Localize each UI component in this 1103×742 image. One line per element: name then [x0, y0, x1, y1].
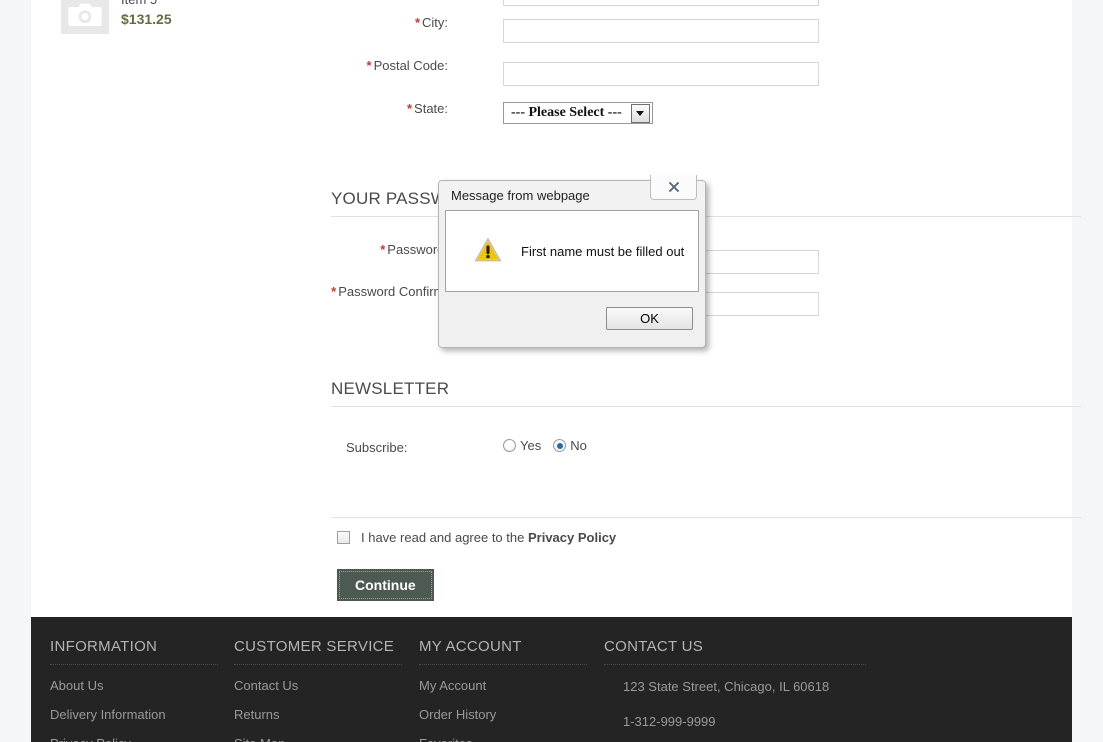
footer-links-information: About Us Delivery Information Privacy Po…: [50, 678, 218, 742]
radio-label-no: No: [570, 438, 587, 453]
privacy-agreement-row: I have read and agree to the Privacy Pol…: [337, 530, 616, 545]
footer-divider: [419, 664, 587, 665]
required-asterisk: *: [331, 284, 337, 299]
list-item: Delivery Information: [50, 707, 218, 722]
footer-link-my-account[interactable]: My Account: [419, 678, 486, 693]
footer-divider: [604, 664, 866, 665]
dialog-button-bar: OK: [445, 293, 699, 341]
footer-link-order-history[interactable]: Order History: [419, 707, 496, 722]
footer-column-information: INFORMATION About Us Delivery Informatio…: [50, 638, 218, 742]
list-item: Contact Us: [234, 678, 402, 693]
cart-item-name: Item 5: [121, 0, 172, 8]
subscribe-label: Subscribe:: [346, 440, 408, 455]
footer-heading-information: INFORMATION: [50, 638, 158, 655]
message-dialog: Message from webpage First name must be …: [438, 175, 706, 348]
footer-contact-address: 123 State Street, Chicago, IL 60618: [623, 679, 830, 694]
postal-code-input[interactable]: [503, 62, 819, 86]
product-thumbnail[interactable]: [61, 0, 109, 34]
password-confirm-label: * Password Confirm:: [331, 284, 448, 299]
footer-column-customer-service: CUSTOMER SERVICE Contact Us Returns Site…: [234, 638, 402, 742]
form-row-state: * State: --- Please Select ---: [300, 96, 1060, 139]
list-item: Favorites: [419, 736, 587, 742]
dialog-titlebar: Message from webpage: [439, 175, 705, 211]
agreement-divider: [331, 517, 1081, 518]
footer-link-delivery-information[interactable]: Delivery Information: [50, 707, 166, 722]
camera-placeholder-icon: [61, 0, 109, 34]
newsletter-section-heading: NEWSLETTER: [331, 378, 1081, 407]
footer-contact-details: 123 State Street, Chicago, IL 60618 1-31…: [604, 679, 866, 729]
chevron-down-icon[interactable]: [630, 103, 650, 123]
required-asterisk: *: [414, 15, 420, 30]
list-item: My Account: [419, 678, 587, 693]
close-x-glyph: [668, 181, 679, 193]
footer-divider: [234, 664, 402, 665]
state-select-value: --- Please Select ---: [511, 105, 622, 120]
list-item: Order History: [419, 707, 587, 722]
footer-link-site-map[interactable]: Site Map: [234, 736, 285, 742]
privacy-policy-checkbox[interactable]: [337, 531, 350, 544]
site-footer: INFORMATION About Us Delivery Informatio…: [31, 617, 1072, 742]
required-asterisk: *: [380, 242, 386, 257]
address-line-input[interactable]: [503, 0, 819, 6]
form-row-city: * City:: [300, 10, 1060, 53]
footer-link-favorites[interactable]: Favorites: [419, 736, 472, 742]
radio-subscribe-no[interactable]: [553, 439, 567, 452]
list-item: About Us: [50, 678, 218, 693]
footer-heading-contact-us: CONTACT US: [604, 638, 704, 655]
dialog-ok-button[interactable]: OK: [606, 307, 693, 330]
footer-heading-customer-service: CUSTOMER SERVICE: [234, 638, 395, 655]
continue-button[interactable]: Continue: [337, 569, 434, 601]
city-label: * City:: [414, 15, 448, 30]
footer-column-contact-us: CONTACT US 123 State Street, Chicago, IL…: [604, 638, 866, 742]
footer-links-customer-service: Contact Us Returns Site Map: [234, 678, 402, 742]
list-item: Privacy Policy: [50, 736, 218, 742]
city-input[interactable]: [503, 19, 819, 43]
privacy-agreement-text: I have read and agree to the: [361, 530, 525, 545]
close-icon[interactable]: [650, 175, 697, 200]
privacy-policy-link[interactable]: Privacy Policy: [528, 530, 616, 545]
footer-link-contact-us[interactable]: Contact Us: [234, 678, 298, 693]
footer-heading-my-account: MY ACCOUNT: [419, 638, 522, 655]
footer-link-about-us[interactable]: About Us: [50, 678, 103, 693]
list-item: Site Map: [234, 736, 402, 742]
dialog-title: Message from webpage: [451, 188, 590, 203]
radio-subscribe-yes[interactable]: [503, 439, 516, 452]
footer-link-returns[interactable]: Returns: [234, 707, 280, 722]
footer-links-my-account: My Account Order History Favorites: [419, 678, 587, 742]
postal-code-label: * Postal Code:: [366, 58, 449, 73]
state-label: * State:: [406, 101, 448, 116]
list-item: Returns: [234, 707, 402, 722]
address-fields: * City: * Postal Code: * State: --- Please …: [300, 0, 1060, 139]
subscribe-radio-group: Yes No: [503, 438, 595, 453]
radio-label-yes: Yes: [520, 438, 542, 453]
footer-contact-phone: 1-312-999-9999: [623, 714, 716, 729]
section-divider: [331, 406, 1081, 407]
cart-item-meta: Item 5 $131.25: [121, 0, 172, 28]
dialog-message: First name must be filled out: [521, 243, 685, 259]
form-row-postal-code: * Postal Code:: [300, 53, 1060, 96]
footer-link-privacy-policy[interactable]: Privacy Policy: [50, 736, 131, 742]
state-select[interactable]: --- Please Select ---: [503, 102, 653, 124]
cart-item-price: $131.25: [121, 11, 172, 27]
password-label: * Password:: [380, 242, 448, 257]
form-row-partial: [300, 0, 1060, 10]
footer-divider: [50, 664, 218, 665]
dialog-body: First name must be filled out: [445, 210, 699, 292]
footer-column-my-account: MY ACCOUNT My Account Order History Favo…: [419, 638, 587, 742]
required-asterisk: *: [406, 101, 413, 116]
warning-triangle-icon: [473, 236, 503, 266]
required-asterisk: *: [366, 58, 372, 73]
newsletter-section-title: NEWSLETTER: [331, 379, 450, 398]
